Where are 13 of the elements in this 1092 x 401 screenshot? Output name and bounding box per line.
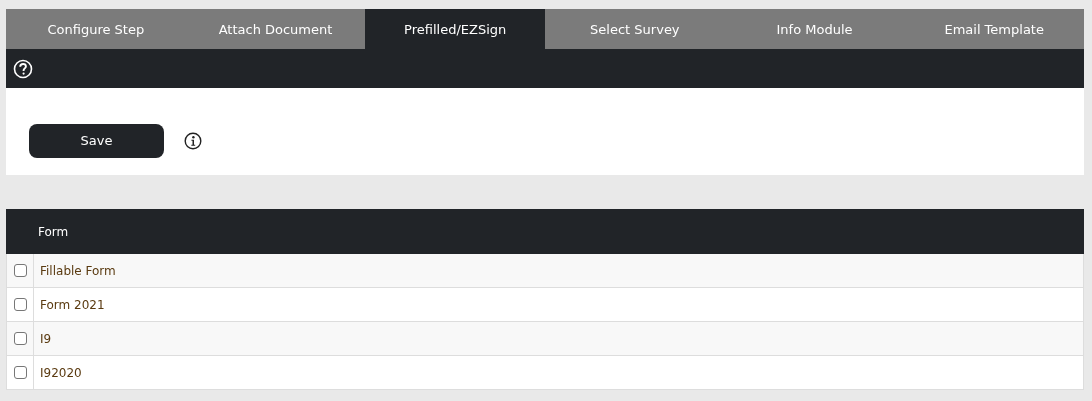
checkbox[interactable] [13,298,27,311]
help-icon[interactable] [13,58,33,79]
checkbox[interactable] [13,332,27,345]
table-cell-text: Fillable Form [39,262,116,280]
checkbox[interactable] [13,366,27,379]
checkbox[interactable] [13,264,27,277]
column-header: Form [38,224,69,239]
table-cell-text: Form 2021 [39,296,105,314]
tab[interactable]: Prefilled/EZSign [365,9,545,49]
info-icon[interactable] [184,131,202,150]
table-cell-text: I92020 [39,364,82,382]
table-cell-text: I9 [39,330,52,348]
save-button[interactable]: Save [29,123,164,158]
